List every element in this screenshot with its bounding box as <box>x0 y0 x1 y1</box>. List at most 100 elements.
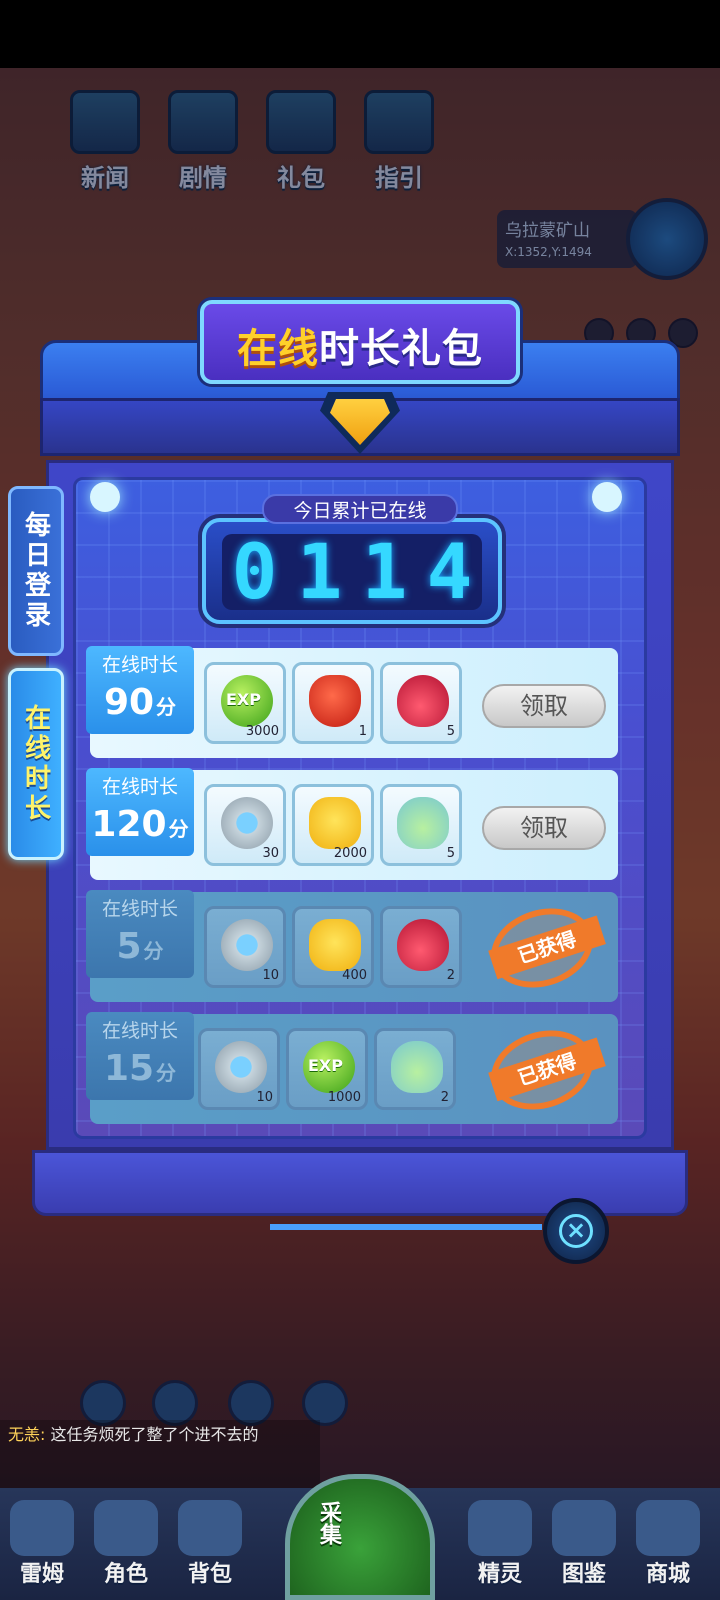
codex-icon <box>552 1500 616 1556</box>
claimed-stamp: 已获得 <box>480 1017 606 1123</box>
duration-value: 90 分 <box>86 682 194 723</box>
claimed-stamp: 已获得 <box>480 895 606 1001</box>
nav-codex[interactable]: 图鉴 <box>542 1500 626 1588</box>
nav-label: 精灵 <box>477 1562 522 1587</box>
duration-tag: 在线时长 90 分 <box>86 646 194 734</box>
minutes-unit: 分 <box>156 1061 177 1085</box>
item-qty: 5 <box>446 846 455 861</box>
timer-digit: 0 <box>231 527 278 616</box>
cat-coin-icon <box>309 797 361 849</box>
minutes-unit: 分 <box>168 817 189 841</box>
claimed-label: 已获得 <box>488 1037 606 1102</box>
reward-item[interactable]: 400 <box>292 906 374 988</box>
red-potion-icon <box>397 919 449 971</box>
status-bar <box>0 0 720 68</box>
item-qty: 2000 <box>333 846 367 861</box>
shop-icon <box>636 1500 700 1556</box>
item-qty: 400 <box>342 968 367 983</box>
title-plate: 在线时长礼包 <box>200 300 520 384</box>
p-potion-icon <box>391 1041 443 1093</box>
duration-tag-label: 在线时长 <box>101 654 178 676</box>
duration-tag: 在线时长 5分 <box>86 890 194 978</box>
chat-message[interactable]: 无恙: 这任务烦死了整了个进不去的 <box>0 1420 320 1490</box>
reward-row: 在线时长 15分 10 1000 2 已获得 <box>86 1012 618 1124</box>
timer-digit: 4 <box>426 527 473 616</box>
p-potion-icon <box>397 797 449 849</box>
reward-item[interactable]: 1 <box>292 662 374 744</box>
nav-character[interactable]: 角色 <box>84 1500 168 1588</box>
nav-label: 雷姆 <box>19 1562 64 1587</box>
character-icon <box>94 1500 158 1556</box>
chat-speaker: 无恙: <box>8 1425 46 1444</box>
spotlight-icon <box>592 482 622 512</box>
reward-item[interactable]: 1000 <box>286 1028 368 1110</box>
timer-label: 今日累计已在线 <box>262 494 458 524</box>
minutes: 15 <box>103 1048 155 1089</box>
reward-row: 在线时长 5分 10 400 2 已获得 <box>86 890 618 1002</box>
reward-item[interactable]: 5 <box>380 662 462 744</box>
minutes: 5 <box>116 926 142 967</box>
reward-item[interactable]: 30 <box>204 784 286 866</box>
nav-label: 角色 <box>103 1562 148 1587</box>
reward-item[interactable]: 2000 <box>292 784 374 866</box>
footer-progress <box>270 1224 542 1230</box>
reward-item[interactable]: 3000 <box>204 662 286 744</box>
duration-value: 5分 <box>86 926 194 967</box>
spotlight-icon <box>90 482 120 512</box>
nav-label: 商城 <box>645 1562 690 1587</box>
leimu-icon <box>10 1500 74 1556</box>
duration-tag: 在线时长 15 分 <box>86 1012 194 1100</box>
nav-label: 背包 <box>187 1562 232 1587</box>
nav-leimu[interactable]: 雷姆 <box>0 1500 84 1588</box>
claimed-label: 已获得 <box>488 915 606 980</box>
item-qty: 2 <box>446 968 455 983</box>
exp-orb-icon <box>303 1041 355 1093</box>
item-qty: 1000 <box>327 1090 361 1105</box>
item-qty: 1 <box>358 724 367 739</box>
gather-label: 采集 <box>316 1501 341 1545</box>
duration-tag-label: 在线时长 <box>101 776 178 798</box>
claim-button[interactable]: 领取 <box>482 806 606 850</box>
close-icon: × <box>559 1214 593 1248</box>
reward-item[interactable]: 10 <box>204 906 286 988</box>
nav-spirit[interactable]: 精灵 <box>458 1500 542 1588</box>
modal-title: 在线时长礼包 <box>204 316 516 374</box>
bag-icon <box>178 1500 242 1556</box>
claim-button[interactable]: 领取 <box>482 684 606 728</box>
spirit-icon <box>468 1500 532 1556</box>
minutes-unit: 分 <box>143 939 164 963</box>
minutes: 120 <box>91 804 167 845</box>
modal-header: 在线时长礼包 <box>40 300 680 460</box>
reward-item[interactable]: 2 <box>380 906 462 988</box>
energy-gear-icon <box>215 1041 267 1093</box>
reward-item[interactable]: 2 <box>374 1028 456 1110</box>
tab-label: 每日登录 <box>20 511 51 631</box>
rose-icon <box>309 675 361 727</box>
duration-tag-label: 在线时长 <box>101 898 178 920</box>
nav-bag[interactable]: 背包 <box>168 1500 252 1588</box>
title-yellow: 在线 <box>237 326 319 372</box>
tab-daily-login[interactable]: 每日登录 <box>8 486 64 656</box>
chat-text: 这任务烦死了整了个进不去的 <box>50 1425 259 1444</box>
exp-orb-icon <box>221 675 273 727</box>
reward-row: 在线时长 120 分 30 2000 5 领取 <box>86 768 618 880</box>
reward-row: 在线时长 90分 3000 1 5 领取 <box>86 646 618 758</box>
nav-shop[interactable]: 商城 <box>626 1500 710 1588</box>
reward-item[interactable]: 10 <box>198 1028 280 1110</box>
minutes-unit: 分 <box>156 695 177 719</box>
tab-online-time[interactable]: 在线时长 <box>8 668 64 860</box>
timer-digit: 1 <box>361 527 408 616</box>
gather-button[interactable]: 采集 <box>285 1474 435 1600</box>
red-potion-icon <box>397 675 449 727</box>
item-qty: 10 <box>262 968 279 983</box>
cat-coin-icon <box>309 919 361 971</box>
minutes: 90 <box>103 682 155 723</box>
energy-gear-icon <box>221 797 273 849</box>
item-qty: 30 <box>262 846 279 861</box>
item-qty: 2 <box>440 1090 449 1105</box>
online-timer: 0 1 1 4 <box>202 518 502 624</box>
duration-value: 15 分 <box>86 1048 194 1089</box>
title-white: 时长礼包 <box>319 326 483 372</box>
reward-item[interactable]: 5 <box>380 784 462 866</box>
close-button[interactable]: × <box>543 1198 609 1264</box>
